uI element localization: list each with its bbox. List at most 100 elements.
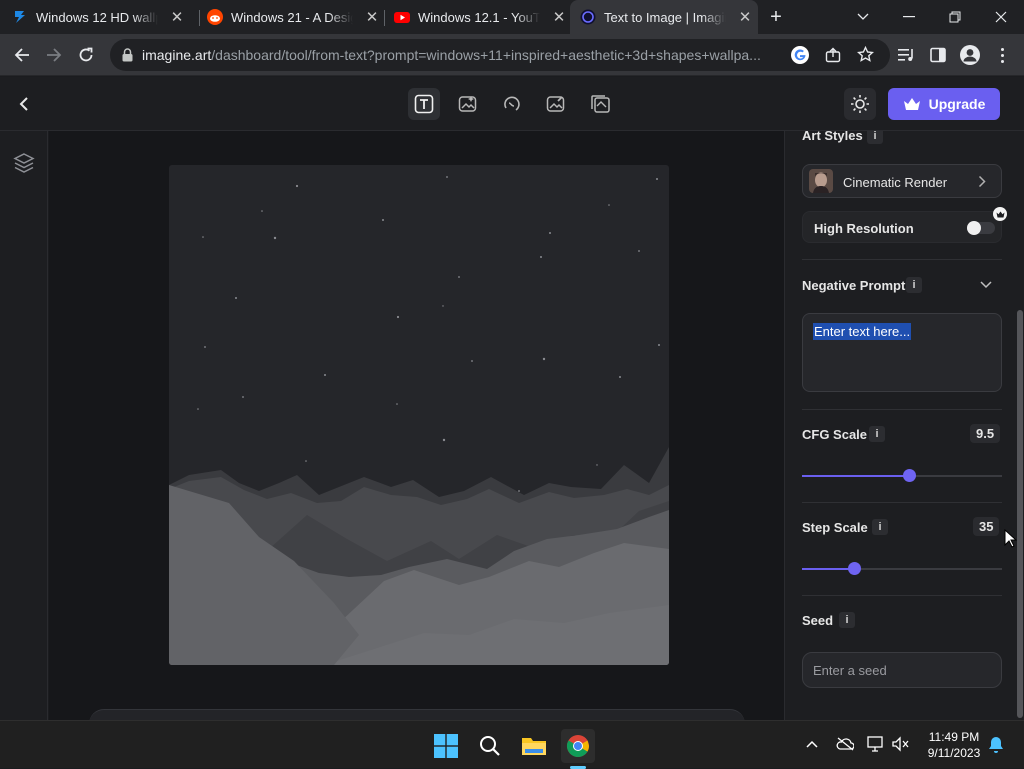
share-icon[interactable] [825,47,841,63]
step-scale-info-icon[interactable]: i [872,519,888,535]
reload-icon [79,47,93,62]
search-icon [480,736,500,756]
close-tab-icon[interactable]: ✕ [738,8,752,26]
tool-image-edit[interactable] [540,88,572,120]
tool-background[interactable] [496,88,528,120]
new-tab-button[interactable]: + [766,7,786,27]
high-resolution-toggle[interactable] [967,221,995,235]
reddit-icon [207,9,223,25]
profile-avatar[interactable] [960,45,980,65]
art-style-selector[interactable]: Cinematic Render [802,164,1002,198]
tab-title: Windows 21 - A Design [231,9,353,25]
browser-tab[interactable]: Windows 21 - A Design ✕ [207,0,385,34]
chevron-up-icon[interactable] [806,740,818,748]
divider [802,259,1002,260]
volume-muted-icon[interactable] [892,736,910,752]
windows-logo-icon [434,734,458,758]
close-window-button[interactable] [978,0,1024,34]
premium-badge [993,207,1007,221]
system-clock[interactable]: 11:49 PM 9/11/2023 [922,729,986,761]
tool-layers-copy[interactable] [584,88,616,120]
high-resolution-row: High Resolution [802,211,1002,243]
clock-time: 11:49 PM [928,730,980,744]
lock-icon [122,48,133,62]
layers-icon[interactable] [13,152,35,174]
negative-prompt-placeholder: Enter text here... [813,323,912,340]
restore-icon [949,11,961,23]
chevron-down-icon[interactable] [980,281,992,289]
url-host: imagine.art [142,47,212,63]
browser-tab-active[interactable]: Text to Image | Imagine ✕ [570,0,758,34]
tab-search-button[interactable] [840,0,886,34]
start-button[interactable] [429,729,463,763]
panel-scrollbar[interactable] [1017,310,1023,718]
restore-button[interactable] [932,0,978,34]
close-tab-icon[interactable]: ✕ [552,8,566,26]
search-button[interactable] [473,729,507,763]
chrome-taskbar-button[interactable] [561,729,595,763]
slider-handle[interactable] [903,469,916,482]
url-path: /dashboard/tool/from-text?prompt=windows… [211,47,761,63]
google-lens-icon[interactable] [791,46,809,64]
bookmark-star-icon[interactable] [857,46,874,63]
tab-title: Windows 12.1 - YouTub [418,9,540,25]
negative-prompt-info-icon[interactable]: i [906,277,922,293]
back-button[interactable] [8,41,36,69]
high-resolution-label: High Resolution [814,221,914,236]
art-styles-label: Art Styles [802,131,863,143]
app-header: Upgrade [0,77,1024,131]
tool-text-to-image[interactable] [408,88,440,120]
onedrive-off-icon[interactable] [836,737,854,751]
slider-handle[interactable] [848,562,861,575]
browser-tab[interactable]: Windows 12 HD wallpa ✕ [12,0,198,34]
address-bar[interactable]: imagine.art/dashboard/tool/from-text?pro… [110,39,890,71]
tab-separator [384,10,385,26]
canvas-area [49,131,784,739]
mouse-cursor-icon [1004,529,1017,548]
browser-toolbar: imagine.art/dashboard/tool/from-text?pro… [0,34,1024,76]
cfg-scale-slider[interactable] [802,469,1002,482]
file-explorer-button[interactable] [517,729,551,763]
url-text: imagine.art/dashboard/tool/from-text?pro… [142,47,792,63]
imagine-icon [580,9,596,25]
slider-fill [802,568,854,570]
background-icon [504,96,520,111]
minimize-button[interactable] [886,0,932,34]
network-icon[interactable] [867,736,885,752]
minimize-icon [903,16,915,18]
media-controls-icon[interactable] [898,47,915,63]
back-chevron-icon[interactable] [18,96,30,112]
folder-icon [522,738,546,755]
forward-button[interactable] [40,41,68,69]
theme-toggle-button[interactable] [844,88,876,120]
seed-info-icon[interactable]: i [839,612,855,628]
upgrade-label: Upgrade [928,96,986,112]
slider-fill [802,475,909,477]
upgrade-button[interactable]: Upgrade [888,88,1000,120]
youtube-icon [394,12,410,23]
chevron-down-icon [857,13,869,20]
browser-menu-button[interactable] [994,45,1010,65]
close-tab-icon[interactable]: ✕ [365,8,379,26]
negative-prompt-input[interactable]: Enter text here... [802,313,1002,392]
browser-tab-strip: Windows 12 HD wallpa ✕ Windows 21 - A De… [0,0,1024,34]
windows-taskbar: 11:49 PM 9/11/2023 [0,720,1024,769]
browser-tab[interactable]: Windows 12.1 - YouTub ✕ [394,0,572,34]
seed-input[interactable]: Enter a seed [802,652,1002,688]
close-tab-icon[interactable]: ✕ [170,8,184,26]
cfg-scale-info-icon[interactable]: i [869,426,885,442]
seed-label: Seed [802,613,834,628]
cinematic-portrait-thumbnail [809,169,833,193]
generated-image[interactable] [169,165,669,665]
style-thumbnail [809,169,833,193]
art-styles-info-icon[interactable]: i [867,131,883,144]
notification-bell-icon[interactable] [988,736,1004,754]
step-scale-slider[interactable] [802,562,1002,575]
close-icon [995,11,1007,23]
divider [802,409,1002,410]
tool-image-remix[interactable] [452,88,484,120]
tab-title: Windows 12 HD wallpa [36,9,158,25]
reload-button[interactable] [72,41,100,69]
side-panel-icon[interactable] [930,47,946,63]
chevron-right-icon [978,175,986,188]
